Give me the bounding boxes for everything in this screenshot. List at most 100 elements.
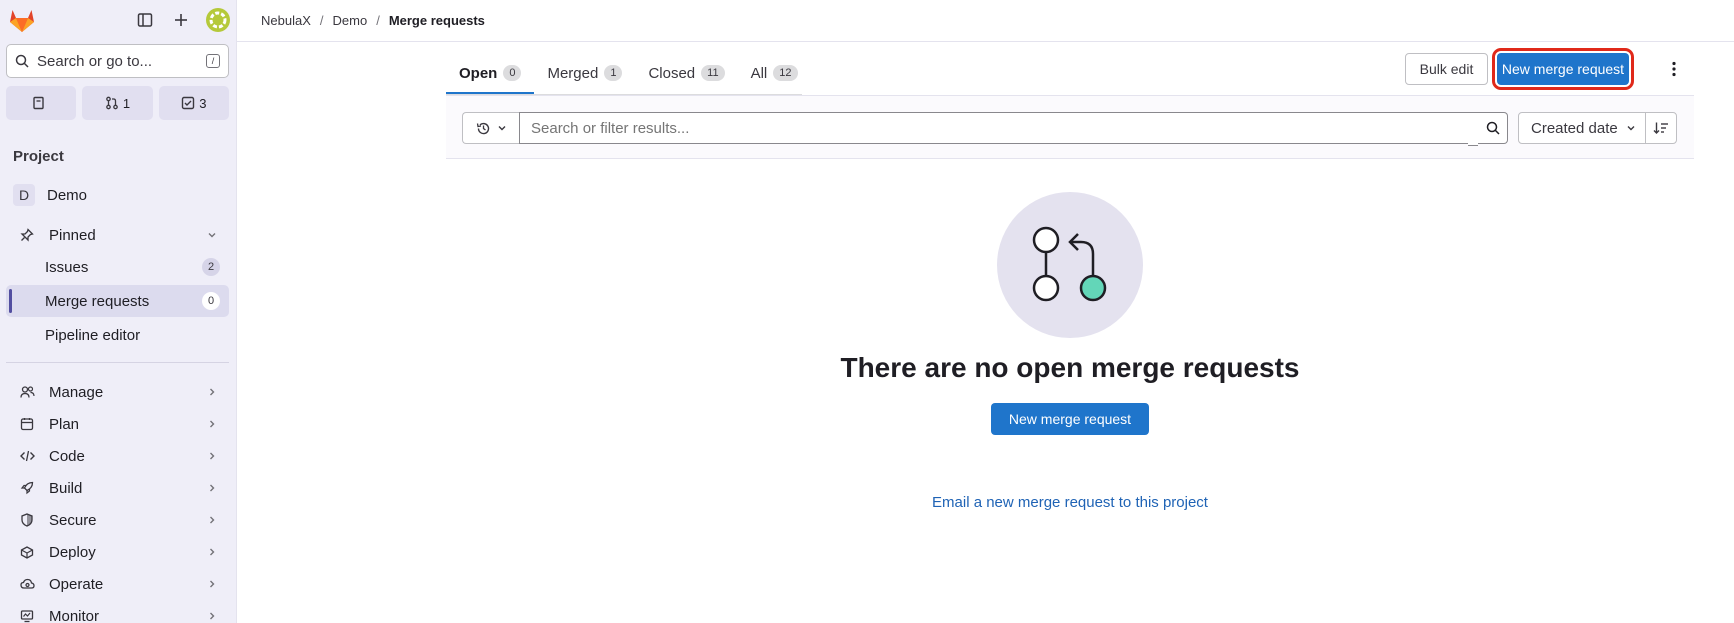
todos-count: 3 [199,95,207,111]
sidebar-item-secure[interactable]: Secure [6,504,229,536]
tab-count: 0 [503,65,522,81]
merge-requests-count: 1 [122,95,131,111]
search-shortcut: / [206,54,220,68]
chevron-right-icon [207,480,217,497]
merge-requests-badge: 0 [202,292,220,310]
tab-merged[interactable]: Merged 1 [534,52,635,94]
search-label: Search or go to... [37,52,153,70]
tab-label: All [750,64,768,82]
sidebar-item-issues[interactable]: Issues 2 [6,251,229,283]
users-icon [16,385,38,399]
sidebar-item-label: Monitor [49,607,100,623]
more-actions-icon[interactable] [1668,58,1680,80]
bulk-edit-button[interactable]: Bulk edit [1405,53,1488,85]
project-link[interactable]: D Demo [13,184,87,206]
gitlab-logo-icon[interactable] [8,7,36,33]
recent-searches-button[interactable] [462,112,520,144]
tab-open[interactable]: Open 0 [446,52,535,94]
chevron-right-icon [207,416,217,433]
chevron-down-icon [207,227,217,244]
chevron-right-icon [207,544,217,561]
rocket-icon [16,481,38,495]
sidebar-item-deploy[interactable]: Deploy [6,536,229,568]
tab-count: 12 [773,65,798,81]
sidebar-item-label: Secure [49,511,97,529]
tab-all[interactable]: All 12 [738,52,811,94]
tab-label: Open [459,64,498,82]
pin-icon [16,228,38,242]
tab-label: Closed [648,64,696,82]
chevron-right-icon [207,512,217,529]
todo-icon [182,96,195,110]
sidebar-section-title: Project [13,148,64,165]
tab-closed[interactable]: Closed 11 [635,52,737,94]
empty-state-title: There are no open merge requests [840,352,1300,383]
sidebar-item-label: Build [49,479,83,497]
issues-badge: 2 [202,258,220,276]
new-merge-request-button[interactable]: New merge request [1492,48,1634,90]
sidebar-header [0,0,236,40]
shield-icon [16,513,38,527]
sidebar-divider [6,362,229,363]
chevron-down-icon [498,126,506,131]
sidebar-item-merge-requests[interactable]: Merge requests 0 [6,285,229,317]
merge-requests-empty-illustration-icon [997,192,1143,338]
sidebar-item-pipeline-editor[interactable]: Pipeline editor [6,319,229,351]
tab-count: 1 [604,65,623,81]
search-icon [1486,121,1500,135]
breadcrumb-item-project[interactable]: Demo [333,13,368,28]
merge-request-icon [106,96,118,110]
sidebar-item-label: Issues [45,258,89,276]
sidebar-item-label: Manage [49,383,104,401]
email-merge-request-link[interactable]: Email a new merge request to this projec… [446,494,1694,511]
user-avatar[interactable] [206,8,230,32]
planning-icon [16,417,38,431]
sidebar-pinned-toggle[interactable]: Pinned [6,219,229,251]
monitor-icon [16,609,38,623]
plus-icon[interactable] [170,9,192,31]
user-counters: 1 3 [6,86,229,120]
project-name: Demo [47,186,88,204]
sort-by-dropdown[interactable]: Created date [1518,112,1646,144]
sidebar-item-monitor[interactable]: Monitor [6,600,229,623]
sidebar-item-label: Pipeline editor [45,326,141,344]
chevron-right-icon [207,384,217,401]
breadcrumb-separator: / [376,13,380,28]
breadcrumb: NebulaX / Demo / Merge requests [237,0,1734,42]
global-search-button[interactable]: Search or go to... / [6,44,229,78]
tab-label: Merged [547,64,599,82]
pinned-label: Pinned [49,226,96,244]
code-icon [16,449,38,463]
history-icon [476,122,490,134]
sidebar-item-plan[interactable]: Plan [6,408,229,440]
chevron-down-icon [1627,126,1635,131]
sort-direction-button[interactable] [1645,112,1677,144]
breadcrumb-separator: / [319,13,324,28]
empty-state-new-merge-request-button[interactable]: New merge request [991,403,1149,435]
filter-search-input[interactable] [519,112,1469,144]
filter-search-button[interactable] [1468,112,1508,146]
sidebar-item-manage[interactable]: Manage [6,376,229,408]
sidebar-item-code[interactable]: Code [6,440,229,472]
issues-icon [33,96,44,110]
tab-count: 11 [701,65,725,81]
chevron-right-icon [207,576,217,593]
sidebar-item-label: Code [49,447,85,465]
sidebar-item-label: Operate [49,575,104,593]
breadcrumb-item-current[interactable]: Merge requests [389,13,485,28]
chevron-right-icon [207,608,217,623]
merge-requests-counter-button[interactable]: 1 [82,86,153,120]
sidebar-item-operate[interactable]: Operate [6,568,229,600]
sidebar-item-label: Merge requests [45,292,150,310]
sidebar: Search or go to... / 1 3 Project D Demo … [0,0,237,623]
sort-by-label: Created date [1531,119,1618,137]
sidebar-toggle-icon[interactable] [134,9,156,31]
sidebar-item-build[interactable]: Build [6,472,229,504]
sort-lowest-icon [1653,122,1668,134]
breadcrumb-item-group[interactable]: NebulaX [261,13,311,28]
todos-counter-button[interactable]: 3 [158,86,229,120]
state-tabs: Open 0 Merged 1 Closed 11 All 12 [446,52,811,94]
chevron-right-icon [207,448,217,465]
filter-bar: Created date [446,95,1694,159]
assigned-issues-button[interactable] [6,86,77,120]
